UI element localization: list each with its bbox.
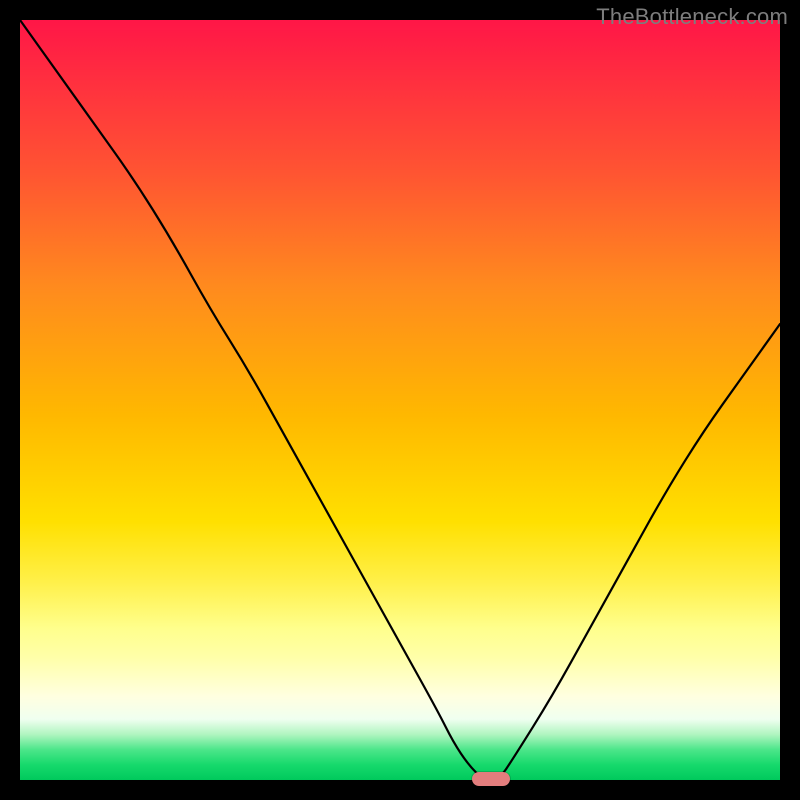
bottleneck-curve <box>20 20 780 780</box>
optimal-range-marker <box>472 772 510 786</box>
attribution-text: TheBottleneck.com <box>596 4 788 30</box>
plot-area <box>20 20 780 780</box>
curve-svg <box>20 20 780 780</box>
chart-container: TheBottleneck.com <box>0 0 800 800</box>
